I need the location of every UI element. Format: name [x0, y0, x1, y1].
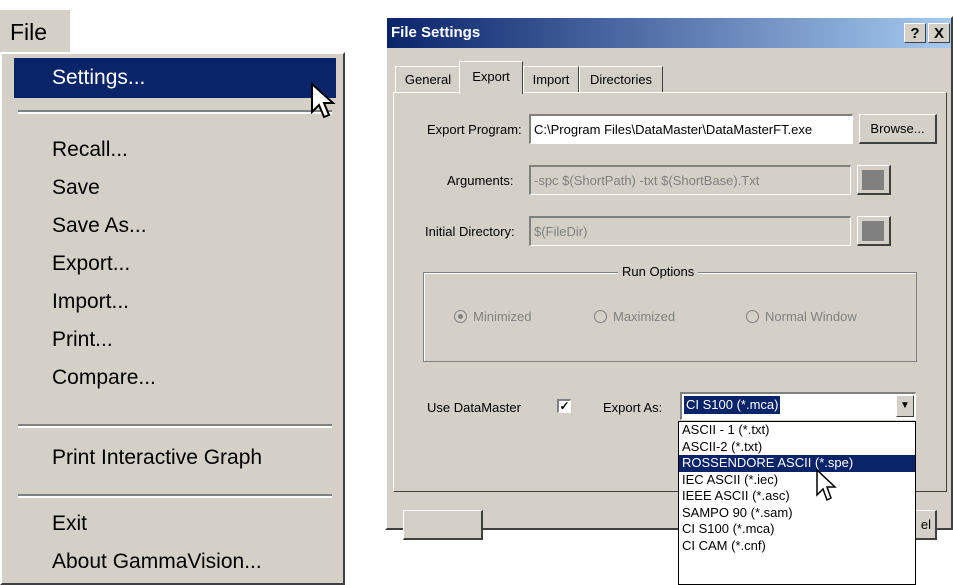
dropdown-option[interactable]: SAMPO 90 (*.sam): [679, 505, 915, 522]
menu-separator: [18, 424, 332, 428]
dropdown-option[interactable]: CI CAM (*.cnf): [679, 538, 915, 555]
initial-directory-label: Initial Directory:: [425, 224, 515, 239]
menu-item-recall[interactable]: Recall...: [14, 130, 336, 170]
tab-import[interactable]: Import: [523, 66, 579, 92]
radio-dot-icon: [454, 310, 467, 323]
radio-dot-icon: [746, 310, 759, 323]
dropdown-option-highlighted[interactable]: ROSSENDORE ASCII (*.spe): [679, 455, 915, 472]
menu-item-print[interactable]: Print...: [14, 320, 336, 360]
dropdown-option[interactable]: ASCII - 1 (*.txt): [679, 422, 915, 439]
menu-item-compare[interactable]: Compare...: [14, 358, 336, 398]
menu-item-about[interactable]: About GammaVision...: [14, 542, 336, 582]
radio-minimized[interactable]: Minimized: [454, 309, 532, 324]
menu-item-settings[interactable]: Settings...: [14, 58, 336, 98]
export-as-dropdown-list: ASCII - 1 (*.txt) ASCII-2 (*.txt) ROSSEN…: [678, 421, 916, 585]
dropdown-option[interactable]: ASCII-2 (*.txt): [679, 439, 915, 456]
initial-directory-input[interactable]: $(FileDir): [529, 216, 851, 246]
radio-maximized[interactable]: Maximized: [594, 309, 675, 324]
browse-button[interactable]: Browse...: [859, 114, 937, 144]
arguments-macro-button[interactable]: [857, 165, 891, 195]
arrow-pointer-icon: [311, 82, 336, 119]
menu-item-import[interactable]: Import...: [14, 282, 336, 322]
run-options-legend: Run Options: [618, 264, 699, 279]
export-program-input[interactable]: C:\Program Files\DataMaster\DataMasterFT…: [529, 114, 853, 144]
use-datamaster-label: Use DataMaster: [427, 400, 521, 415]
tab-general[interactable]: General: [395, 66, 461, 92]
radio-normal-window[interactable]: Normal Window: [746, 309, 857, 324]
menu-item-exit[interactable]: Exit: [14, 504, 336, 544]
close-button[interactable]: X: [928, 23, 950, 43]
menu-item-export[interactable]: Export...: [14, 244, 336, 284]
arguments-input[interactable]: -spc $(ShortPath) -txt $(ShortBase).Txt: [529, 165, 851, 195]
dialog-title: File Settings: [391, 24, 481, 41]
menu-separator: [18, 494, 332, 498]
export-as-selected-value: CI S100 (*.mca): [684, 396, 781, 414]
menu-separator: [18, 110, 332, 114]
menu-item-print-interactive-graph[interactable]: Print Interactive Graph: [14, 438, 336, 478]
radio-dot-icon: [594, 310, 607, 323]
use-datamaster-checkbox[interactable]: ✓: [557, 399, 571, 413]
run-options-group: Run Options Minimized Maximized Normal W…: [423, 264, 917, 362]
dropdown-option[interactable]: CI S100 (*.mca): [679, 521, 915, 538]
dropdown-option[interactable]: IEEE ASCII (*.asc): [679, 488, 915, 505]
help-button[interactable]: ?: [904, 23, 926, 43]
file-menu-title[interactable]: File: [0, 10, 70, 54]
file-menu: Settings... Recall... Save Save As... Ex…: [0, 52, 345, 585]
arrow-pointer-icon: [816, 468, 837, 502]
initial-directory-macro-button[interactable]: [857, 216, 891, 246]
menu-item-save-as[interactable]: Save As...: [14, 206, 336, 246]
chevron-down-icon[interactable]: ▼: [896, 395, 914, 417]
tab-export[interactable]: Export: [459, 61, 523, 94]
ok-button[interactable]: [403, 510, 483, 540]
dropdown-option[interactable]: IEC ASCII (*.iec): [679, 472, 915, 489]
menu-item-save[interactable]: Save: [14, 168, 336, 208]
export-as-select[interactable]: CI S100 (*.mca) ▼: [680, 392, 916, 420]
export-as-label: Export As:: [603, 400, 663, 415]
tab-directories[interactable]: Directories: [579, 66, 663, 92]
dialog-titlebar[interactable]: File Settings ? X: [387, 18, 951, 48]
export-program-label: Export Program:: [427, 122, 522, 137]
arguments-label: Arguments:: [447, 173, 514, 188]
